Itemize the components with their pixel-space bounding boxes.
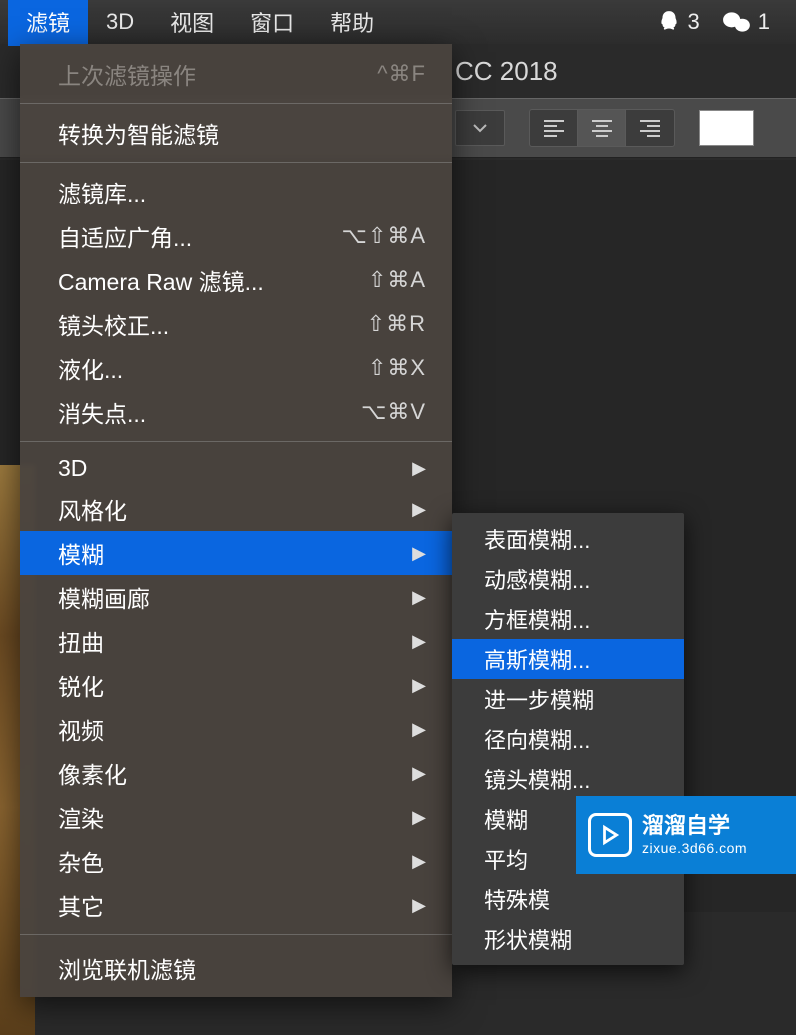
chevron-down-icon [473, 123, 487, 133]
menu-separator [20, 934, 452, 935]
submenu-arrow-icon: ▶ [412, 631, 426, 652]
menu-help[interactable]: 帮助 [312, 0, 392, 46]
submenu-item-shape-blur[interactable]: 形状模糊 [452, 919, 684, 959]
submenu-item-special-blur[interactable]: 特殊模 [452, 879, 684, 919]
submenu-arrow-icon: ▶ [412, 543, 426, 564]
menu-item-liquify[interactable]: 液化... ⇧⌘X [20, 346, 452, 390]
menu-separator [20, 103, 452, 104]
menu-item-sharpen[interactable]: 锐化 ▶ [20, 663, 452, 707]
submenu-item-motion-blur[interactable]: 动感模糊... [452, 559, 684, 599]
align-center-button[interactable] [578, 110, 626, 146]
menu-item-noise[interactable]: 杂色 ▶ [20, 839, 452, 883]
filter-dropdown-menu: 上次滤镜操作 ^⌘F 转换为智能滤镜 滤镜库... 自适应广角... ⌥⇧⌘A … [20, 44, 452, 997]
submenu-arrow-icon: ▶ [412, 851, 426, 872]
submenu-item-radial-blur[interactable]: 径向模糊... [452, 719, 684, 759]
wechat-icon [722, 9, 752, 35]
menu-item-camera-raw[interactable]: Camera Raw 滤镜... ⇧⌘A [20, 258, 452, 302]
text-align-group [529, 109, 675, 147]
submenu-arrow-icon: ▶ [412, 763, 426, 784]
align-center-icon [591, 119, 613, 137]
menu-item-3d[interactable]: 3D ▶ [20, 449, 452, 487]
menu-filter[interactable]: 滤镜 [8, 0, 88, 46]
align-left-button[interactable] [530, 110, 578, 146]
blur-submenu: 表面模糊... 动感模糊... 方框模糊... 高斯模糊... 进一步模糊 径向… [452, 513, 684, 965]
submenu-arrow-icon: ▶ [412, 587, 426, 608]
menu-item-blur[interactable]: 模糊 ▶ [20, 531, 452, 575]
align-left-icon [543, 119, 565, 137]
menu-item-stylize[interactable]: 风格化 ▶ [20, 487, 452, 531]
menu-item-adaptive-wide[interactable]: 自适应广角... ⌥⇧⌘A [20, 214, 452, 258]
submenu-arrow-icon: ▶ [412, 807, 426, 828]
watermark-url: zixue.3d66.com [642, 840, 747, 857]
submenu-item-box-blur[interactable]: 方框模糊... [452, 599, 684, 639]
menu-separator [20, 162, 452, 163]
align-right-icon [639, 119, 661, 137]
submenu-arrow-icon: ▶ [412, 458, 426, 479]
menu-item-browse-online[interactable]: 浏览联机滤镜 [20, 942, 452, 989]
menu-window[interactable]: 窗口 [232, 0, 312, 46]
menubar-status: 3 1 [656, 9, 789, 35]
menu-item-filter-gallery[interactable]: 滤镜库... [20, 170, 452, 214]
menu-item-blur-gallery[interactable]: 模糊画廊 ▶ [20, 575, 452, 619]
submenu-arrow-icon: ▶ [412, 719, 426, 740]
menu-3d[interactable]: 3D [88, 1, 152, 43]
menubar: 滤镜 3D 视图 窗口 帮助 3 1 [0, 0, 796, 44]
menu-view[interactable]: 视图 [152, 0, 232, 46]
watermark-title: 溜溜自学 [642, 813, 747, 839]
qq-icon [656, 9, 682, 35]
submenu-arrow-icon: ▶ [412, 895, 426, 916]
watermark: 溜溜自学 zixue.3d66.com [576, 796, 796, 874]
submenu-item-surface-blur[interactable]: 表面模糊... [452, 519, 684, 559]
align-right-button[interactable] [626, 110, 674, 146]
menu-item-distort[interactable]: 扭曲 ▶ [20, 619, 452, 663]
wechat-status[interactable]: 1 [722, 9, 770, 35]
submenu-item-further-blur[interactable]: 进一步模糊 [452, 679, 684, 719]
menu-item-convert-smart[interactable]: 转换为智能滤镜 [20, 111, 452, 155]
submenu-item-lens-blur[interactable]: 镜头模糊... [452, 759, 684, 799]
submenu-arrow-icon: ▶ [412, 499, 426, 520]
submenu-arrow-icon: ▶ [412, 675, 426, 696]
text-color-swatch[interactable] [699, 110, 754, 146]
watermark-logo-icon [588, 813, 632, 857]
menu-item-last-filter: 上次滤镜操作 ^⌘F [20, 52, 452, 96]
app-title: CC 2018 [455, 56, 558, 87]
menu-item-lens-correction[interactable]: 镜头校正... ⇧⌘R [20, 302, 452, 346]
wechat-count: 1 [758, 9, 770, 35]
menu-item-pixelate[interactable]: 像素化 ▶ [20, 751, 452, 795]
qq-count: 3 [688, 9, 700, 35]
menu-item-video[interactable]: 视频 ▶ [20, 707, 452, 751]
menu-item-other[interactable]: 其它 ▶ [20, 883, 452, 927]
menu-item-render[interactable]: 渲染 ▶ [20, 795, 452, 839]
menu-item-vanishing[interactable]: 消失点... ⌥⌘V [20, 390, 452, 434]
options-dropdown[interactable] [455, 110, 505, 146]
qq-status[interactable]: 3 [656, 9, 700, 35]
menu-separator [20, 441, 452, 442]
submenu-item-gaussian-blur[interactable]: 高斯模糊... [452, 639, 684, 679]
